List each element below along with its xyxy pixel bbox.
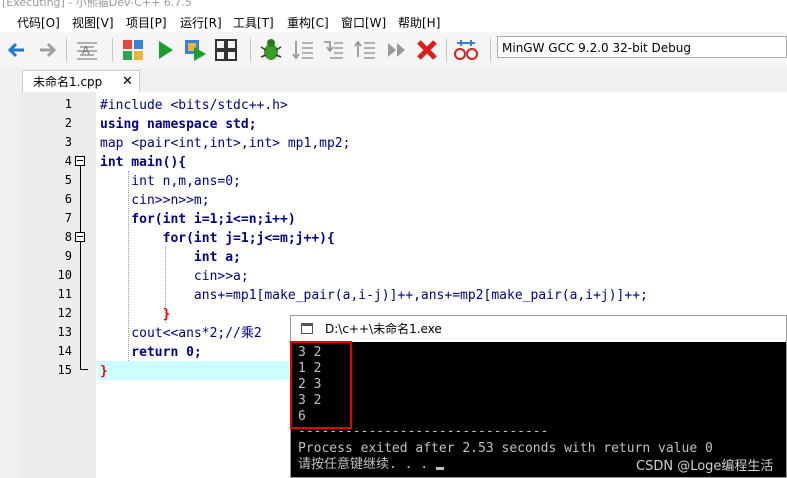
step-into-icon[interactable] [320,37,346,63]
menu-project[interactable]: 项目[P] [126,14,167,31]
code-line: cout<<ans*2;//乘2 [100,326,270,341]
watch-icon[interactable] [453,37,479,63]
menu-tools[interactable]: 工具[T] [233,14,274,31]
line-number: 2 [64,116,72,130]
code-line: using namespace std; [100,117,257,132]
stop-icon[interactable] [414,37,440,63]
svg-text:A: A [82,44,90,57]
compiler-select[interactable]: MinGW GCC 9.2.0 32-bit Debug [497,36,787,58]
back-arrow-icon[interactable] [4,37,30,63]
menu-code[interactable]: 代码[O] [17,14,60,31]
code-line: cin>>a; [100,269,249,284]
rebuild-icon[interactable] [213,37,239,63]
current-line-highlight [98,361,298,380]
console-title: D:\c++\未命名1.exe [325,322,442,336]
tab-bar: 未命名1.cpp ✕ [0,68,787,92]
console-title-bar[interactable]: D:\c++\未命名1.exe [291,316,786,342]
code-line: } [100,364,108,379]
line-number: 1 [64,97,72,111]
tab-label: 未命名1.cpp [33,75,103,89]
code-line: for(int i=1;i<=n;i++) [100,212,296,227]
code-line: int n,m,ans=0; [100,174,241,189]
watermark: CSDN @Loge编程生活 [636,459,774,474]
run-icon[interactable] [152,37,178,63]
line-number: 11 [57,287,72,301]
code-line: #include <bits/stdc++.h> [100,98,288,113]
continue-icon[interactable] [384,37,410,63]
line-number: 13 [57,325,72,339]
compile-icon[interactable] [120,37,146,63]
console-window[interactable]: D:\c++\未命名1.exe 3 2 1 2 2 3 3 2 6 ------… [290,315,787,478]
menu-help[interactable]: 帮助[H] [398,14,440,31]
cursor-icon [435,467,444,470]
tab-file[interactable]: 未命名1.cpp ✕ [22,70,140,92]
line-number: 4 [64,154,72,168]
menu-refactor[interactable]: 重构[C] [287,14,329,31]
code-line: int main(){ [100,155,187,170]
console-prompt: 请按任意键继续. . . [298,457,444,473]
line-number: 3 [64,135,72,149]
step-out-icon[interactable] [352,37,378,63]
code-line: ans+=mp1[make_pair(a,i-j)]++,ans+=mp2[ma… [100,288,648,303]
window-title: [Executing] - 小熊猫Dev-C++ 6.7.5 [2,0,192,9]
menu-bar: 代码[O] 视图[V] 项目[P] 运行[R] 工具[T] 重构[C] 窗口[W… [0,12,787,32]
line-number: 8 [64,230,72,244]
menu-view[interactable]: 视图[V] [72,14,114,31]
code-line: int a; [100,250,241,265]
line-number: 15 [57,363,72,377]
code-line: } [100,307,171,322]
code-line: return 0; [100,345,202,360]
line-number: 10 [57,268,72,282]
fold-toggle-main[interactable] [75,156,85,166]
console-window-icon [301,323,313,334]
code-line: map <pair<int,int>,int> mp1,mp2; [100,136,351,151]
line-number: 7 [64,211,72,225]
debug-icon[interactable] [258,37,284,63]
line-number: 9 [64,249,72,263]
line-number: 14 [57,344,72,358]
line-number: 6 [64,192,72,206]
close-icon[interactable]: ✕ [122,71,133,93]
code-line: cin>>n>>m; [100,193,210,208]
compile-run-icon[interactable] [182,37,208,63]
format-icon[interactable]: A [74,37,100,63]
fold-toggle-for[interactable] [75,232,85,242]
line-number: 12 [57,306,72,320]
window-title-bar: [Executing] - 小熊猫Dev-C++ 6.7.5 [0,0,787,12]
code-line: for(int j=1;j<=m;j++){ [100,231,335,246]
line-number: 5 [64,173,72,187]
menu-window[interactable]: 窗口[W] [341,14,386,31]
output-highlight-box [290,341,352,429]
menu-run[interactable]: 运行[R] [180,14,222,31]
forward-arrow-icon[interactable] [34,37,60,63]
step-over-icon[interactable] [290,37,316,63]
